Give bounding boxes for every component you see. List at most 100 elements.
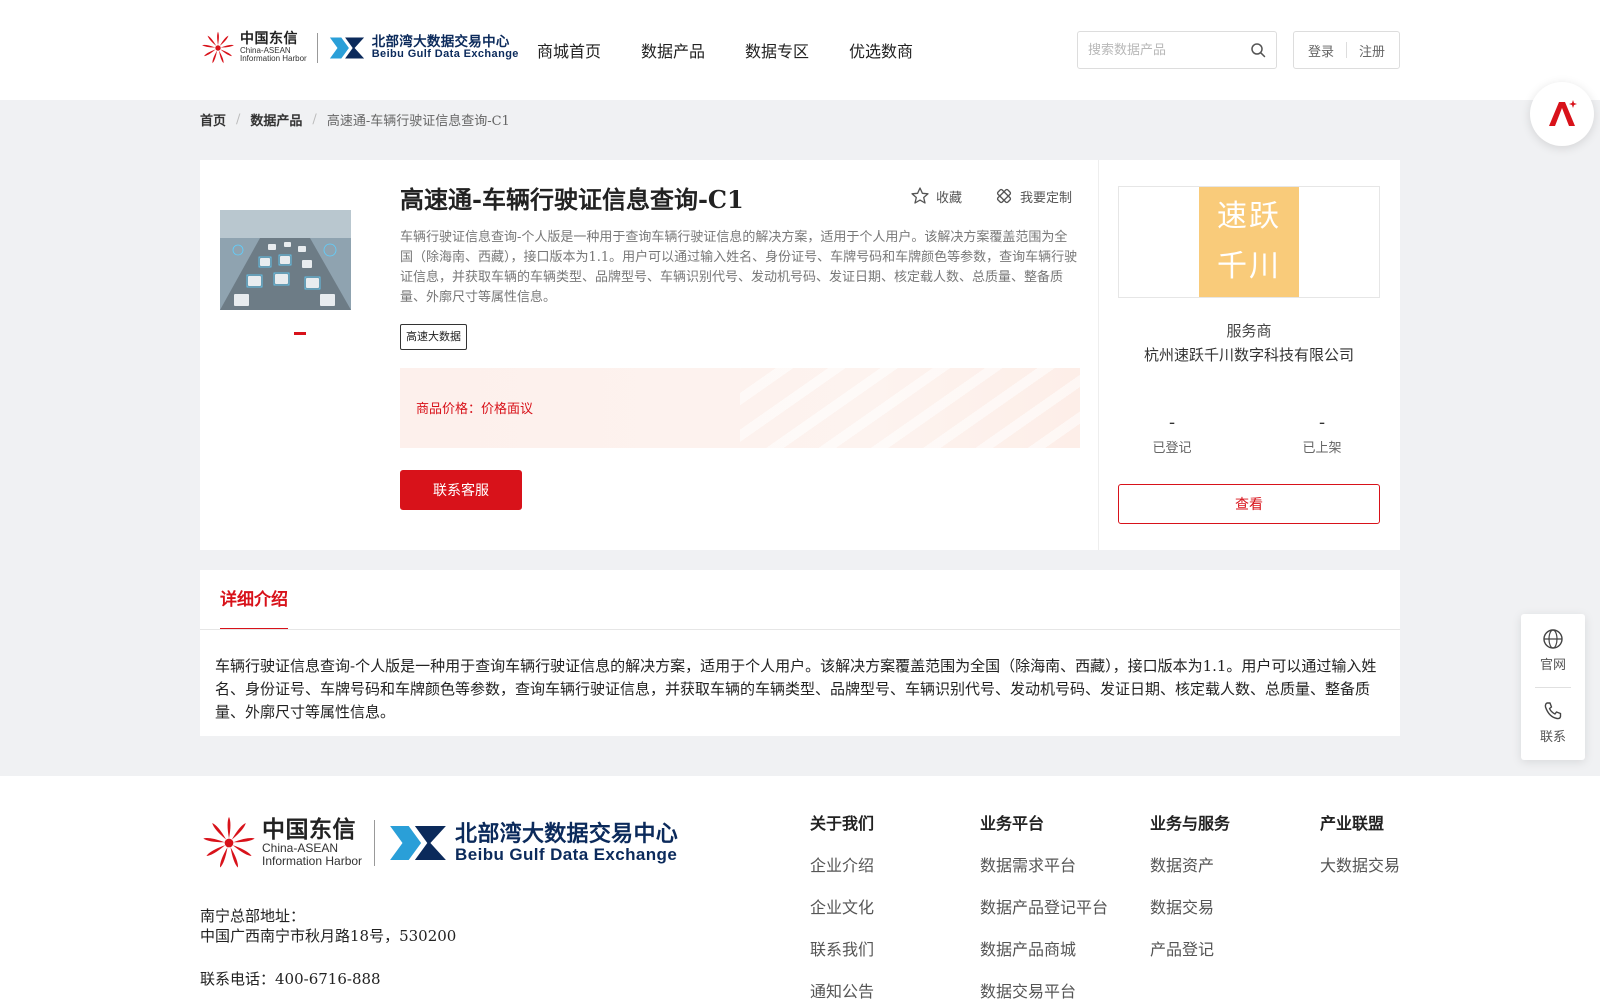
main-nav: 商城首页 数据产品 数据专区 优选数商 [537,38,953,62]
footer-phone: 联系电话：400-6716-888 [200,970,381,988]
nav-item-featured-merchants[interactable]: 优选数商 [849,38,913,62]
footer-ct-wordmark: 中国东信 China-ASEAN Information Harbor [262,818,362,867]
footer-bb-wordmark: 北部湾大数据交易中心 Beibu Gulf Data Exchange [455,822,678,864]
bb-cn-text: 北部湾大数据交易中心 [371,34,510,51]
nav-item-data-zone[interactable]: 数据专区 [745,38,809,62]
product-tag[interactable]: 高速大数据 [400,324,467,350]
search-icon[interactable] [1250,42,1266,58]
ct-en-text-2: Information Harbor [240,54,307,64]
auth-box: 登录 注册 [1293,31,1400,69]
contact-service-button[interactable]: 联系客服 [400,470,522,510]
product-thumbnail[interactable] [220,210,351,310]
footer-logo: 中国东信 China-ASEAN Information Harbor 北部湾大… [200,814,678,872]
provider-logo-line-1: 速跃 [1217,199,1281,234]
product-description: 车辆行驶证信息查询-个人版是一种用于查询车辆行驶证信息的解决方案，适用于个人用户… [400,230,1078,305]
nav-item-mall-home[interactable]: 商城首页 [537,38,601,62]
ct-cn-text: 中国东信 [240,31,298,48]
china-telecom-wordmark: 中国东信 China-ASEAN Information Harbor [240,32,307,63]
footer-col-services: 业务与服务 数据资产 数据交易 产品登记 [1150,810,1230,978]
breadcrumb-home[interactable]: 首页 [200,110,226,129]
footer-bb-en: Beibu Gulf Data Exchange [455,844,678,864]
footer-link[interactable]: 联系我们 [810,936,874,960]
product-card: 高速通-车辆行驶证信息查询-C1 收藏 我要定制 车辆行驶证信息查询-个人版是一… [200,160,1400,550]
footer-link[interactable]: 数据交易平台 [980,978,1108,1000]
phone-icon [1544,702,1562,720]
price-box-decoration [740,368,1080,448]
footer-address: 南宁总部地址： 中国广西南宁市秋月路18号，530200 [200,906,456,946]
footer-col-about: 关于我们 企业介绍 企业文化 联系我们 通知公告 [810,810,874,1000]
footer-link[interactable]: 数据需求平台 [980,852,1108,876]
ai-assistant-icon [1549,100,1577,126]
footer-logo-divider [374,820,376,866]
beibu-gulf-logo-icon [329,37,364,59]
customize-label: 我要定制 [1020,190,1073,206]
footer-link[interactable]: 企业介绍 [810,852,874,876]
breadcrumb-separator: / [312,112,317,127]
search-input[interactable] [1078,32,1238,68]
price-text: 商品价格：价格面议 [416,398,533,417]
product-title: 高速通-车辆行驶证信息查询-C1 [400,185,744,214]
login-link[interactable]: 登录 [1308,41,1334,60]
tab-detail-intro[interactable]: 详细介绍 [220,570,288,630]
provider-panel: 速跃 千川 服务商 杭州速跃千川数字科技有限公司 - 已登记 - 已上架 查看 [1098,160,1400,550]
footer-link[interactable]: 数据产品商城 [980,936,1108,960]
view-provider-button[interactable]: 查看 [1118,484,1380,524]
detail-text: 车辆行驶证信息查询-个人版是一种用于查询车辆行驶证信息的解决方案，适用于个人用户… [215,657,1377,721]
price-value: 价格面议 [481,402,534,417]
side-website-label: 官网 [1539,658,1566,673]
price-box: 商品价格：价格面议 [400,368,1080,448]
footer-col-title: 业务与服务 [1150,814,1231,833]
breadcrumb-products[interactable]: 数据产品 [250,110,302,129]
stat-registered-label: 已登记 [1152,441,1192,456]
carousel-indicator[interactable] [294,332,306,335]
detail-tab-divider [200,629,1400,630]
footer-col-title: 关于我们 [810,814,875,833]
footer-address-label: 南宁总部地址： [200,907,306,925]
china-telecom-logo-icon [202,31,234,64]
footer-col-title: 产业联盟 [1320,814,1385,833]
footer-link[interactable]: 数据产品登记平台 [980,894,1108,918]
provider-name: 杭州速跃千川数字科技有限公司 [1143,346,1354,364]
bb-en-text: Beibu Gulf Data Exchange [371,48,519,61]
traffic-image [220,210,351,310]
ai-assistant-button[interactable] [1530,82,1594,146]
breadcrumb-separator: / [236,112,241,127]
site-logo[interactable]: 中国东信 China-ASEAN Information Harbor 北部湾大… [200,30,519,66]
globe-icon [1543,629,1563,649]
provider-logo: 速跃 千川 [1199,187,1299,297]
search-box [1077,31,1277,69]
footer-link[interactable]: 大数据交易 [1320,852,1400,876]
footer-address-value: 中国广西南宁市秋月路18号，530200 [200,927,457,945]
stat-listed-label: 已上架 [1302,441,1342,456]
side-separator [1535,687,1571,688]
stat-registered: - 已登记 [1122,412,1222,456]
beibu-gulf-logo-icon [390,825,446,861]
detail-section: 详细介绍 车辆行驶证信息查询-个人版是一种用于查询车辆行驶证信息的解决方案，适用… [200,570,1400,736]
provider-label: 服务商 [1226,322,1272,340]
product-actions: 收藏 我要定制 [910,186,1104,206]
register-link[interactable]: 注册 [1359,41,1385,60]
china-telecom-logo-icon [203,816,255,868]
footer-link[interactable]: 通知公告 [810,978,874,1000]
stat-listed: - 已上架 [1272,412,1372,456]
side-website-button[interactable]: 官网 [1521,628,1585,673]
side-contact-button[interactable]: 联系 [1521,700,1585,745]
side-float-bar: 官网 联系 [1521,614,1585,760]
logo-divider [316,33,318,63]
breadcrumb: 首页 / 数据产品 / 高速通-车辆行驶证信息查询-C1 [200,110,510,129]
customize-button[interactable]: 我要定制 [994,186,1072,206]
footer-col-title: 业务平台 [980,814,1045,833]
footer-link[interactable]: 数据资产 [1150,852,1230,876]
footer-link[interactable]: 产品登记 [1150,936,1230,960]
provider-logo-box[interactable]: 速跃 千川 [1118,186,1380,298]
side-contact-label: 联系 [1539,730,1566,745]
footer-link[interactable]: 数据交易 [1150,894,1230,918]
nav-item-data-products[interactable]: 数据产品 [641,38,705,62]
footer-ct-cn: 中国东信 [262,817,356,844]
site-header: 中国东信 China-ASEAN Information Harbor 北部湾大… [0,0,1600,100]
provider-logo-line-2: 千川 [1217,249,1281,284]
footer-link[interactable]: 企业文化 [810,894,874,918]
favorite-button[interactable]: 收藏 [910,186,962,206]
favorite-label: 收藏 [936,190,963,206]
stat-registered-value: - [1168,412,1176,433]
